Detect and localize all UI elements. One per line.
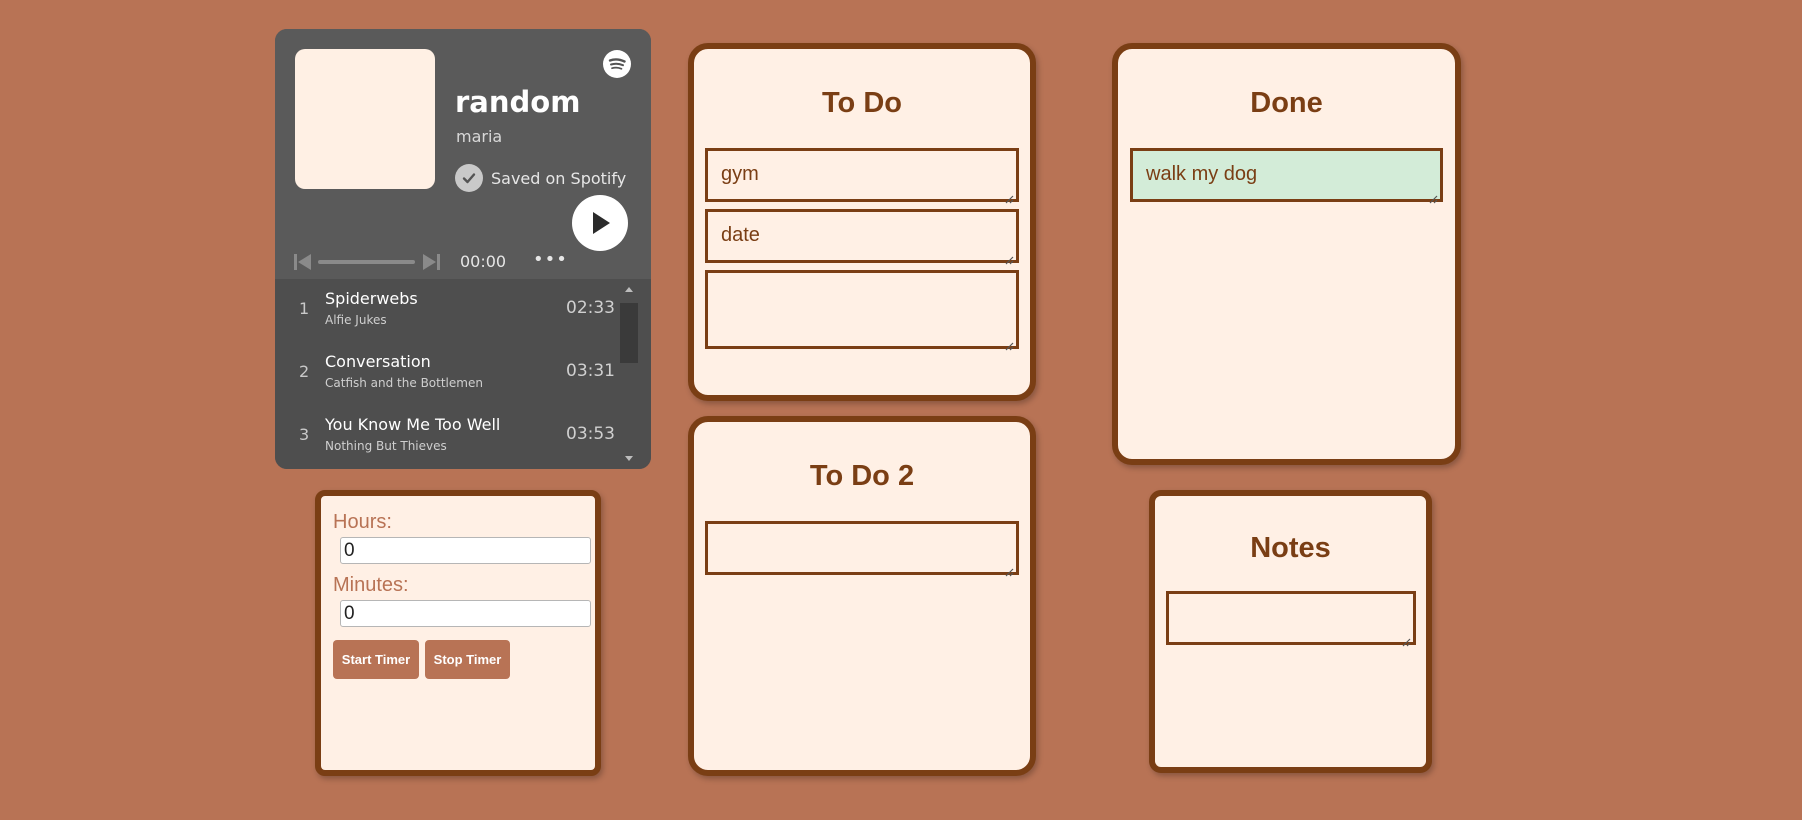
track-list: 1 Spiderwebs Alfie Jukes 02:33 2 Convers… <box>275 279 651 469</box>
track-row[interactable]: 3 You Know Me Too Well Nothing But Thiev… <box>275 405 615 461</box>
column-title: To Do 2 <box>809 460 915 492</box>
check-icon <box>455 164 483 192</box>
note-field[interactable] <box>1166 591 1416 647</box>
track-row-title: Spiderwebs <box>325 289 418 308</box>
scroll-down-icon[interactable] <box>625 456 633 461</box>
track-row-title: You Know Me Too Well <box>325 415 501 434</box>
more-options-icon[interactable]: ••• <box>533 249 568 270</box>
task-field[interactable] <box>705 521 1019 577</box>
done-task-field[interactable]: walk my dog <box>1130 148 1443 204</box>
track-number: 2 <box>299 362 310 381</box>
play-button[interactable] <box>572 195 628 251</box>
track-row-artist: Alfie Jukes <box>325 313 387 327</box>
scroll-up-icon[interactable] <box>625 287 633 292</box>
track-title[interactable]: random <box>455 85 580 119</box>
track-row-title: Conversation <box>325 352 431 371</box>
spotify-player: random maria Saved on Spotify 00:00 ••• … <box>275 29 651 469</box>
resize-grip-icon[interactable] <box>1004 187 1014 204</box>
play-icon <box>593 212 610 234</box>
next-track-icon[interactable] <box>421 253 441 271</box>
album-cover[interactable] <box>295 49 435 189</box>
minutes-label: Minutes: <box>333 574 409 596</box>
player-header: random maria Saved on Spotify 00:00 ••• <box>275 29 651 279</box>
track-row[interactable]: 2 Conversation Catfish and the Bottlemen… <box>275 342 615 398</box>
todo2-column: To Do 2 <box>688 416 1036 776</box>
column-title: Done <box>1250 87 1323 119</box>
track-row-artist: Catfish and the Bottlemen <box>325 376 483 390</box>
done-column: Done walk my dog <box>1112 43 1461 465</box>
playback-controls: 00:00 ••• <box>293 249 633 273</box>
track-row[interactable]: 1 Spiderwebs Alfie Jukes 02:33 <box>275 279 615 335</box>
progress-bar[interactable] <box>318 260 415 264</box>
scroll-thumb[interactable] <box>620 303 638 363</box>
track-artist[interactable]: maria <box>456 127 502 146</box>
resize-grip-icon[interactable] <box>1004 334 1014 351</box>
resize-grip-icon[interactable] <box>1004 248 1014 265</box>
column-title: To Do <box>822 87 902 119</box>
resize-grip-icon[interactable] <box>1401 630 1411 647</box>
saved-on-spotify[interactable]: Saved on Spotify <box>455 164 626 192</box>
track-number: 1 <box>299 299 310 318</box>
previous-track-icon[interactable] <box>293 253 313 271</box>
hours-input[interactable]: 0 <box>340 537 591 564</box>
track-duration: 03:31 <box>566 361 615 381</box>
track-duration: 03:53 <box>566 424 615 444</box>
task-field[interactable]: date <box>705 209 1019 265</box>
task-field[interactable]: gym <box>705 148 1019 204</box>
saved-label: Saved on Spotify <box>491 168 627 188</box>
track-number: 3 <box>299 425 310 444</box>
resize-grip-icon[interactable] <box>1004 560 1014 577</box>
track-row-artist: Nothing But Thieves <box>325 439 447 453</box>
track-list-scrollbar[interactable] <box>620 279 638 469</box>
start-timer-button[interactable]: Start Timer <box>333 640 419 679</box>
timer-widget: Hours: 0 Minutes: 0 Start Timer Stop Tim… <box>315 490 601 776</box>
minutes-input[interactable]: 0 <box>340 600 591 627</box>
todo-column: To Do gym date <box>688 43 1036 401</box>
notes-column: Notes <box>1149 490 1432 773</box>
column-title: Notes <box>1250 532 1331 564</box>
hours-label: Hours: <box>333 511 392 533</box>
task-field[interactable] <box>705 270 1019 351</box>
track-duration: 02:33 <box>566 298 615 318</box>
playback-time: 00:00 <box>460 252 507 271</box>
spotify-logo-icon[interactable] <box>603 50 631 78</box>
stop-timer-button[interactable]: Stop Timer <box>425 640 510 679</box>
resize-grip-icon[interactable] <box>1428 187 1438 204</box>
